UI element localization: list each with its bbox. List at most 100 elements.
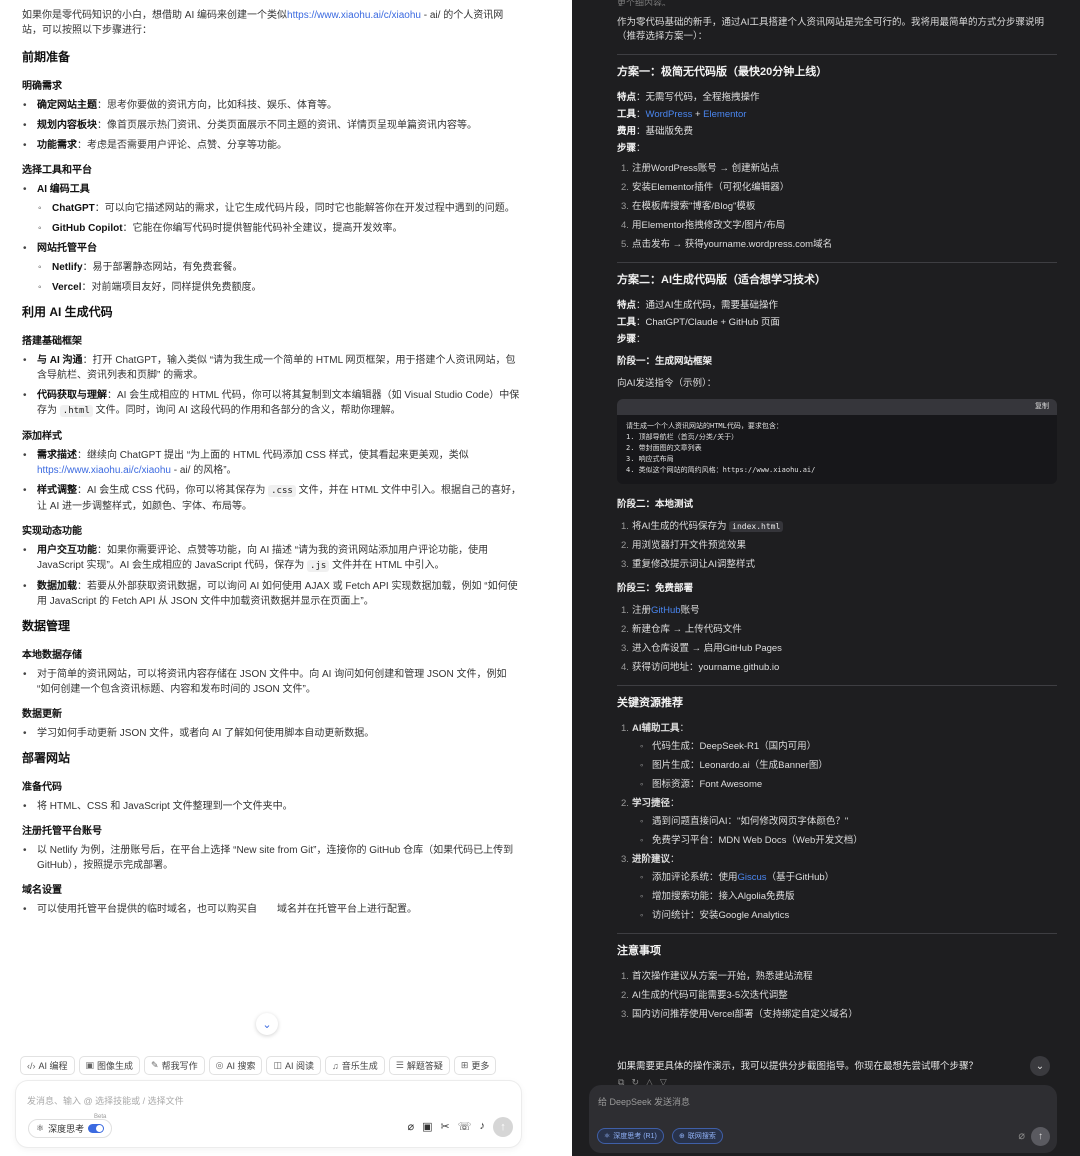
music-icon: ♫: [332, 1060, 339, 1071]
deep-think-toggle[interactable]: ⚛ 深度思考: [28, 1119, 113, 1138]
scroll-to-bottom-button[interactable]: ⌄: [1030, 1056, 1050, 1076]
section-title-preparation: 前期准备: [22, 50, 71, 64]
tools-list: AI 编码工具 ChatGPT：可以向它描述网站的需求，让它生成代码片段，同时它…: [22, 182, 522, 295]
book-icon: ◫: [273, 1060, 282, 1070]
stage2-steps: 将AI生成的代码保存为 index.html 用浏览器打开文件预览效果 重复修改…: [617, 520, 1057, 572]
chip-music-gen[interactable]: ♫ 音乐生成: [325, 1056, 385, 1075]
list-item: 首次操作建议从方案一开始，熟悉建站流程: [617, 970, 1057, 984]
list-item: 需求描述：继续向 ChatGPT 提出 “为上面的 HTML 代码添加 CSS …: [22, 448, 522, 478]
chip-more[interactable]: ⊞ 更多: [453, 1056, 497, 1075]
list-item: 代码生成：DeepSeek-R1（国内可用）: [632, 740, 1057, 754]
list-item: 对于简单的资讯网站，可以将资讯内容存储在 JSON 文件中。向 AI 询问如何创…: [22, 667, 522, 697]
github-link[interactable]: GitHub: [651, 605, 681, 616]
list-item: 与 AI 沟通：打开 ChatGPT，输入类似 “请为我生成一个简单的 HTML…: [22, 353, 522, 383]
plan1-cost: 费用：基础版免费: [617, 126, 694, 137]
notes-list: 首次操作建议从方案一开始，熟悉建站流程 AI生成的代码可能需要3-5次迭代调整 …: [617, 970, 1057, 1022]
skill-chips: ‹/› AI 编程 ▣ 图像生成 ✎ 帮我写作 ◎ AI 搜索 ◫ AI 阅读 ♫ 音乐生成…: [20, 1056, 497, 1075]
list-item: 国内访问推荐使用Vercel部署（支持绑定自定义域名）: [617, 1008, 1057, 1022]
list-item: 免费学习平台：MDN Web Docs（Web开发文档）: [632, 834, 1057, 848]
arrow-up-icon: ↑: [1038, 1131, 1043, 1142]
message-input[interactable]: 给 DeepSeek 发送消息: [598, 1095, 690, 1108]
divider: [617, 262, 1057, 263]
plan1-feature: 特点：无需写代码，全程拖拽操作: [617, 92, 760, 103]
subsection-title: 数据更新: [22, 709, 62, 720]
plan2-feature: 特点：通过AI生成代码，需要基础操作: [617, 300, 778, 311]
section-title-deploy: 部署网站: [22, 751, 71, 765]
chip-ai-coding[interactable]: ‹/› AI 编程: [20, 1056, 75, 1075]
scissors-icon[interactable]: ✂: [441, 1120, 450, 1133]
web-search-button[interactable]: ⊕ 联网搜索: [672, 1128, 723, 1144]
nested-list: Netlify：易于部署静态网站，有免费套餐。 Vercel：对前端项目友好，同…: [37, 260, 522, 295]
attach-icon[interactable]: ⌀: [1018, 1129, 1025, 1142]
right-chat-panel: 更个细内容。 作为零代码基础的新手，通过AI工具搭建个人资讯网站是完全可行的。我…: [572, 0, 1080, 1156]
list-item: Netlify：易于部署静态网站，有免费套餐。: [37, 260, 522, 275]
list-item: 可以使用托管平台提供的临时域名，也可以购买自 域名并在托管平台上进行配置。: [22, 902, 522, 917]
wordpress-link[interactable]: WordPress: [646, 109, 693, 120]
subsection-title: 搭建基础框架: [22, 336, 82, 347]
list-item: 将AI生成的代码保存为 index.html: [617, 520, 1057, 534]
chip-image-gen[interactable]: ▣ 图像生成: [78, 1056, 141, 1075]
deep-think-button[interactable]: ⚛ 深度思考 (R1): [597, 1128, 664, 1144]
list-item: 获得访问地址：yourname.github.io: [617, 661, 1057, 675]
phone-icon[interactable]: ☏: [458, 1120, 472, 1133]
elementor-link[interactable]: Elementor: [703, 109, 746, 120]
notes-title: 注意事项: [617, 945, 661, 957]
message-input[interactable]: 发消息、输入 @ 选择技能或 / 选择文件: [27, 1094, 184, 1107]
xiaohu-link[interactable]: https://www.xiaohu.ai/c/xiaohu: [287, 10, 421, 21]
list-item: 将 HTML、CSS 和 JavaScript 文件整理到一个文件夹中。: [22, 799, 522, 814]
chip-solve[interactable]: ☰ 解题答疑: [388, 1056, 450, 1075]
resources-title: 关键资源推荐: [617, 697, 683, 709]
pen-icon: ✎: [151, 1060, 159, 1070]
chip-writing[interactable]: ✎ 帮我写作: [144, 1056, 205, 1075]
list-item: 学习如何手动更新 JSON 文件，或者向 AI 了解如何使用脚本自动更新数据。: [22, 726, 522, 741]
plan1-title: 方案一：极简无代码版（最快20分钟上线）: [617, 66, 828, 78]
stage3-steps: 注册GitHub账号 新建仓库 → 上传代码文件 进入仓库设置 → 启用GitH…: [617, 604, 1057, 675]
chip-ai-reading[interactable]: ◫ AI 阅读: [266, 1056, 322, 1075]
dynamic-list: 用户交互功能：如果你需要评论、点赞等功能，向 AI 描述 “请为我的资讯网站添加…: [22, 543, 522, 609]
list-item: 重复修改提示词让AI调整样式: [617, 558, 1057, 572]
subsection-title: 域名设置: [22, 885, 62, 896]
list-item: 增加搜索功能：接入Algolia免费版: [632, 890, 1057, 904]
list-item: 规划内容板块：像首页展示热门资讯、分类页面展示不同主题的资讯、详情页呈现单篇资讯…: [22, 118, 522, 133]
right-answer-content: 更个细内容。 作为零代码基础的新手，通过AI工具搭建个人资讯网站是完全可行的。我…: [617, 0, 1057, 1032]
list-item: 在模板库搜索"博客/Blog"模板: [617, 200, 1057, 214]
plan1-tools: 工具：WordPress + Elementor: [617, 109, 747, 120]
left-intro: 如果你是零代码知识的小白，想借助 AI 编码来创建一个类似https://www…: [22, 10, 504, 36]
left-message-composer[interactable]: 发消息、输入 @ 选择技能或 / 选择文件 Beta ⚛ 深度思考 ⌀ ▣ ✂ …: [16, 1081, 521, 1147]
list-item: 注册GitHub账号: [617, 604, 1057, 618]
copy-button[interactable]: 复制: [1035, 400, 1049, 414]
list-item: 数据加载：若要从外部获取资讯数据，可以询问 AI 如何使用 AJAX 或 Fet…: [22, 579, 522, 609]
left-answer-content: 如果你是零代码知识的小白，想借助 AI 编码来创建一个类似https://www…: [22, 8, 522, 927]
list-item: 图标资源：Font Awesome: [632, 778, 1057, 792]
right-intro: 作为零代码基础的新手，通过AI工具搭建个人资讯网站是完全可行的。我将用最简单的方…: [617, 17, 1044, 42]
search-icon: ◎: [215, 1060, 224, 1070]
toggle-switch[interactable]: [88, 1124, 105, 1133]
list-item: 新建仓库 → 上传代码文件: [617, 623, 1057, 637]
send-button[interactable]: ↑: [493, 1117, 513, 1137]
list-item: 以 Netlify 为例，注册账号后，在平台上选择 “New site from…: [22, 843, 522, 873]
atom-icon: ⚛: [604, 1133, 611, 1140]
framework-list: 与 AI 沟通：打开 ChatGPT，输入类似 “请为我生成一个简单的 HTML…: [22, 353, 522, 419]
xiaohu-link[interactable]: https://www.xiaohu.ai/c/xiaohu: [37, 465, 171, 476]
giscus-link[interactable]: Giscus: [738, 872, 767, 883]
subsection-title: 准备代码: [22, 782, 62, 793]
right-message-composer[interactable]: 给 DeepSeek 发送消息 ⚛ 深度思考 (R1) ⊕ 联网搜索 ⌀ ↑: [589, 1085, 1057, 1153]
microphone-icon[interactable]: ♪: [480, 1120, 486, 1133]
chip-ai-search[interactable]: ◎ AI 搜索: [208, 1056, 263, 1075]
screenshot-icon[interactable]: ▣: [422, 1120, 432, 1133]
scroll-to-bottom-button[interactable]: ⌄: [256, 1013, 278, 1035]
send-button[interactable]: ↑: [1031, 1127, 1050, 1146]
divider: [617, 933, 1057, 934]
requirements-list: 确定网站主题：思考你要做的资讯方向，比如科技、娱乐、体育等。 规划内容板块：像首…: [22, 98, 522, 153]
list-item: Vercel：对前端项目友好，同样提供免费额度。: [37, 280, 522, 295]
list-item: 功能需求：考虑是否需要用户评论、点赞、分享等功能。: [22, 138, 522, 153]
list-item: AI生成的代码可能需要3-5次迭代调整: [617, 989, 1057, 1003]
resources-list: AI辅助工具： 代码生成：DeepSeek-R1（国内可用） 图片生成：Leon…: [617, 722, 1057, 923]
list-item: GitHub Copilot：它能在你编写代码时提供智能代码补全建议，提高开发效…: [37, 221, 522, 236]
list-item: 用浏览器打开文件预览效果: [617, 539, 1057, 553]
attach-icon[interactable]: ⌀: [407, 1120, 414, 1133]
list-item: 网站托管平台 Netlify：易于部署静态网站，有免费套餐。 Vercel：对前…: [22, 241, 522, 295]
list-item: 安装Elementor插件（可视化编辑器）: [617, 181, 1057, 195]
left-chat-panel: 如果你是零代码知识的小白，想借助 AI 编码来创建一个类似https://www…: [0, 0, 572, 1156]
list-item: 图片生成：Leonardo.ai（生成Banner图）: [632, 759, 1057, 773]
